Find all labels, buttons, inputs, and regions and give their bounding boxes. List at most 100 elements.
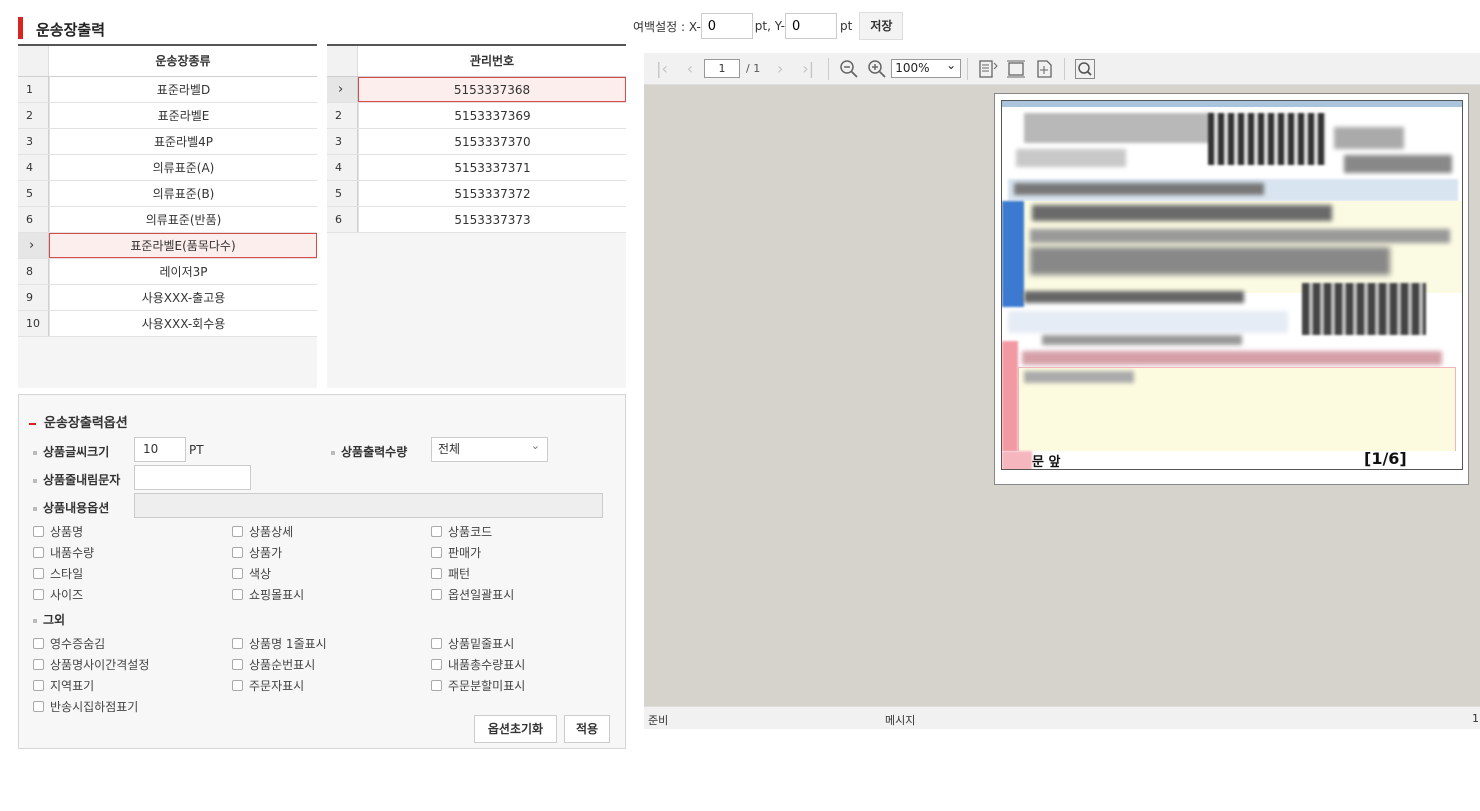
- waybill-type-cell[interactable]: 표준라벨D: [49, 77, 317, 102]
- checkbox-box[interactable]: [431, 568, 442, 579]
- checkbox-box[interactable]: [232, 568, 243, 579]
- option-checkbox[interactable]: 판매가: [431, 544, 481, 561]
- management-number-cell[interactable]: 5153337372: [358, 181, 626, 206]
- checkbox-box[interactable]: [431, 547, 442, 558]
- management-number-cell[interactable]: 5153337369: [358, 103, 626, 128]
- waybill-type-row[interactable]: 2 표준라벨E: [18, 103, 317, 129]
- checkbox-label: 상품명: [50, 525, 84, 539]
- checkbox-box[interactable]: [431, 589, 442, 600]
- waybill-type-row[interactable]: 3 표준라벨4P: [18, 129, 317, 155]
- page-setup-icon[interactable]: [974, 55, 1002, 83]
- checkbox-box[interactable]: [431, 659, 442, 670]
- option-checkbox[interactable]: 내품총수량표시: [431, 656, 525, 673]
- waybill-type-row[interactable]: › 표준라벨E(품목다수): [18, 233, 317, 259]
- zoom-out-icon[interactable]: [835, 55, 863, 83]
- waybill-type-cell[interactable]: 사용XXX-출고용: [49, 285, 317, 310]
- checkbox-box[interactable]: [33, 659, 44, 670]
- management-number-row[interactable]: › 5153337368: [327, 77, 626, 103]
- waybill-type-row[interactable]: 1 표준라벨D: [18, 77, 317, 103]
- export-page-icon[interactable]: [1030, 55, 1058, 83]
- checkbox-box[interactable]: [232, 547, 243, 558]
- option-checkbox[interactable]: 상품가: [232, 544, 282, 561]
- management-number-row[interactable]: 2 5153337369: [327, 103, 626, 129]
- checkbox-box[interactable]: [431, 526, 442, 537]
- waybill-type-row[interactable]: 10 사용XXX-회수용: [18, 311, 317, 337]
- checkbox-box[interactable]: [232, 638, 243, 649]
- checkbox-box[interactable]: [232, 526, 243, 537]
- waybill-type-cell[interactable]: 표준라벨4P: [49, 129, 317, 154]
- checkbox-box[interactable]: [33, 701, 44, 712]
- waybill-type-row[interactable]: 5 의류표준(B): [18, 181, 317, 207]
- print-quantity-select[interactable]: 전체: [431, 434, 548, 462]
- apply-button[interactable]: 적용: [564, 715, 610, 743]
- waybill-type-row[interactable]: 8 레이저3P: [18, 259, 317, 285]
- waybill-type-row[interactable]: 9 사용XXX-출고용: [18, 285, 317, 311]
- option-checkbox[interactable]: 쇼핑몰표시: [232, 586, 304, 603]
- first-page-icon[interactable]: |‹: [648, 55, 676, 83]
- waybill-type-cell[interactable]: 사용XXX-회수용: [49, 311, 317, 336]
- option-checkbox[interactable]: 상품명사이간격설정: [33, 656, 149, 673]
- management-number-grid: 관리번호 › 5153337368 2 5153337369 3 5153337370 4 5…: [327, 44, 626, 388]
- checkbox-box[interactable]: [33, 568, 44, 579]
- next-page-icon[interactable]: ›: [766, 55, 794, 83]
- option-checkbox[interactable]: 영수증숨김: [33, 635, 105, 652]
- option-checkbox[interactable]: 색상: [232, 565, 271, 582]
- option-checkbox[interactable]: 패턴: [431, 565, 470, 582]
- option-checkbox[interactable]: 스타일: [33, 565, 83, 582]
- option-checkbox[interactable]: 옵션일괄표시: [431, 586, 514, 603]
- checkbox-box[interactable]: [33, 547, 44, 558]
- waybill-type-cell[interactable]: 레이저3P: [49, 259, 317, 284]
- management-number-cell[interactable]: 5153337368: [358, 77, 626, 102]
- management-number-row[interactable]: 4 5153337371: [327, 155, 626, 181]
- checkbox-box[interactable]: [232, 659, 243, 670]
- waybill-print-options-panel: 운송장출력옵션 상품글씨크기 10 PT 상품출력수량 전체 상품줄내림문자 상…: [18, 394, 626, 749]
- option-checkbox[interactable]: 주문분할미표시: [431, 677, 525, 694]
- management-number-row[interactable]: 3 5153337370: [327, 129, 626, 155]
- management-number-row[interactable]: 6 5153337373: [327, 207, 626, 233]
- fit-page-icon[interactable]: [1002, 55, 1030, 83]
- waybill-type-cell[interactable]: 표준라벨E(품목다수): [49, 233, 317, 258]
- option-checkbox[interactable]: 상품밑줄표시: [431, 635, 514, 652]
- waybill-type-cell[interactable]: 의류표준(A): [49, 155, 317, 180]
- viewer-toolbar: |‹ ‹ 1 / 1 › ›| 100%: [644, 53, 1480, 85]
- option-checkbox[interactable]: 상품순번표시: [232, 656, 315, 673]
- waybill-type-cell[interactable]: 의류표준(B): [49, 181, 317, 206]
- option-checkbox[interactable]: 반송시집하점표기: [33, 698, 138, 715]
- option-checkbox[interactable]: 상품상세: [232, 523, 293, 540]
- checkbox-box[interactable]: [232, 680, 243, 691]
- option-checkbox[interactable]: 상품명: [33, 523, 83, 540]
- option-checkbox[interactable]: 상품명 1줄표시: [232, 635, 327, 652]
- margin-y-input[interactable]: [784, 13, 837, 39]
- line-break-input[interactable]: [134, 465, 251, 490]
- option-checkbox[interactable]: 상품코드: [431, 523, 492, 540]
- option-checkbox[interactable]: 사이즈: [33, 586, 83, 603]
- management-number-cell[interactable]: 5153337373: [358, 207, 626, 232]
- option-checkbox[interactable]: 지역표기: [33, 677, 94, 694]
- checkbox-box[interactable]: [33, 589, 44, 600]
- option-checkbox[interactable]: 주문자표시: [232, 677, 304, 694]
- checkbox-box[interactable]: [232, 589, 243, 600]
- management-number-cell[interactable]: 5153337371: [358, 155, 626, 180]
- management-number-cell[interactable]: 5153337370: [358, 129, 626, 154]
- option-checkbox[interactable]: 내품수량: [33, 544, 94, 561]
- page-number-input[interactable]: 1: [704, 59, 740, 78]
- zoom-in-icon[interactable]: [863, 55, 891, 83]
- font-size-input[interactable]: 10: [134, 437, 186, 462]
- checkbox-box[interactable]: [33, 638, 44, 649]
- waybill-type-cell[interactable]: 표준라벨E: [49, 103, 317, 128]
- management-number-row[interactable]: 5 5153337372: [327, 181, 626, 207]
- zoom-select[interactable]: 100%: [891, 57, 962, 78]
- last-page-icon[interactable]: ›|: [794, 55, 822, 83]
- prev-page-icon[interactable]: ‹: [676, 55, 704, 83]
- checkbox-box[interactable]: [431, 638, 442, 649]
- reset-options-button[interactable]: 옵션초기화: [474, 715, 557, 743]
- search-icon[interactable]: [1071, 55, 1099, 83]
- waybill-type-row[interactable]: 6 의류표준(반품): [18, 207, 317, 233]
- checkbox-box[interactable]: [431, 680, 442, 691]
- margin-x-input[interactable]: [700, 13, 753, 39]
- waybill-type-cell[interactable]: 의류표준(반품): [49, 207, 317, 232]
- checkbox-box[interactable]: [33, 680, 44, 691]
- checkbox-box[interactable]: [33, 526, 44, 537]
- waybill-type-row[interactable]: 4 의류표준(A): [18, 155, 317, 181]
- save-button[interactable]: 저장: [859, 12, 904, 40]
